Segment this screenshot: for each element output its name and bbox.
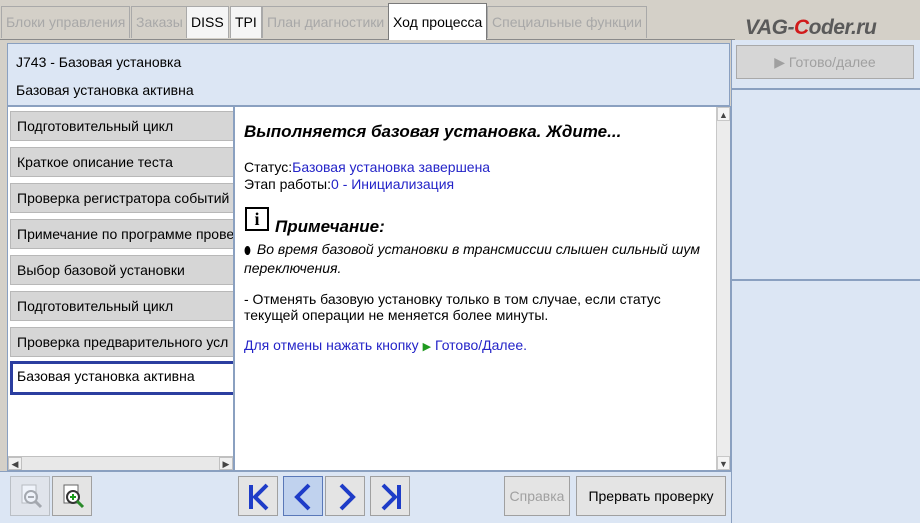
step-item[interactable]: Выбор базовой установки — [10, 255, 233, 285]
go-next-button[interactable]: ▶ Готово/далее — [736, 45, 914, 79]
status-value: Базовая установка завершена — [292, 159, 491, 175]
header-subtitle: Базовая установка активна — [16, 82, 194, 98]
step-item[interactable]: Подготовительный цикл — [10, 111, 233, 141]
note-text-2: - Отменять базовую установку только в то… — [244, 291, 661, 323]
scroll-left-icon[interactable]: ◀ — [8, 457, 22, 470]
scroll-up-icon[interactable]: ▲ — [717, 107, 730, 121]
header-panel: J743 - Базовая установка Базовая установ… — [7, 43, 730, 106]
logo-pre: VAG- — [745, 16, 794, 39]
step-item[interactable]: Проверка предварительного усл — [10, 327, 233, 357]
status-line: Статус:Базовая установка завершена — [244, 159, 490, 175]
zoom-in-button[interactable] — [52, 476, 92, 516]
note-bullet-content: Во время базовой установки в трансмиссии… — [244, 241, 700, 276]
next-step-button[interactable] — [325, 476, 365, 516]
step-item[interactable]: Краткое описание теста — [10, 147, 233, 177]
bullet-icon: ⬮ — [244, 245, 251, 257]
abort-test-button[interactable]: Прервать проверку — [576, 476, 726, 516]
last-step-button[interactable] — [370, 476, 410, 516]
scroll-down-icon[interactable]: ▼ — [717, 456, 730, 470]
first-step-button[interactable] — [238, 476, 278, 516]
note-bullet-text: ⬮ Во время базовой установки в трансмисси… — [244, 241, 714, 277]
tab-orders[interactable]: Заказы — [131, 6, 188, 38]
step-item[interactable]: Проверка регистратора событий — [10, 183, 233, 213]
vertical-scrollbar[interactable]: ▲ ▼ — [716, 107, 730, 470]
help-button[interactable]: Справка — [504, 476, 570, 516]
tab-control-units[interactable]: Блоки управления — [1, 6, 131, 38]
tab-process-progress[interactable]: Ход процесса — [388, 3, 488, 40]
chevron-right-icon — [339, 483, 356, 511]
tab-special-functions[interactable]: Специальные функции — [487, 6, 647, 38]
tab-diss[interactable]: DISS — [186, 6, 229, 38]
stage-value: 0 - Инициализация — [331, 176, 455, 192]
vag-coder-logo: VAG-Coder.ru — [745, 16, 877, 40]
logo-accent: C — [793, 16, 809, 39]
step-list: Подготовительный цикл Краткое описание т… — [7, 106, 234, 471]
play-triangle-icon: ▶ — [422, 341, 432, 353]
stage-line: Этап работы:0 - Инициализация — [244, 176, 454, 192]
chevron-left-icon — [294, 483, 311, 511]
step-item[interactable]: Подготовительный цикл — [10, 291, 233, 321]
status-label: Статус: — [244, 159, 293, 175]
zoom-out-button[interactable] — [10, 476, 50, 516]
previous-step-button[interactable] — [283, 476, 323, 516]
bottom-toolbar: Справка Прервать проверку — [0, 471, 731, 523]
cancel-hint-button: Готово/Далее. — [435, 337, 528, 353]
right-panel-divider — [732, 279, 920, 281]
zoom-out-icon — [21, 484, 43, 509]
content-panel: Выполняется базовая установка. Ждите... … — [234, 106, 731, 471]
step-item[interactable]: Примечание по программе прове — [10, 219, 233, 249]
cancel-hint-text: Для отмены нажать кнопку — [244, 337, 419, 353]
note-heading: Примечание: — [275, 217, 385, 236]
zoom-in-icon — [63, 484, 85, 509]
header-title: J743 - Базовая установка — [16, 54, 182, 70]
horizontal-scrollbar[interactable]: ◀ ▶ — [8, 456, 233, 470]
right-panel: ▶ Готово/далее — [731, 40, 920, 523]
tab-bar: Блоки управления Заказы DISS TPI План ди… — [0, 0, 735, 40]
skip-first-icon — [249, 483, 269, 511]
stage-label: Этап работы: — [244, 176, 332, 192]
right-panel-divider — [732, 88, 920, 90]
scroll-right-icon[interactable]: ▶ — [219, 457, 233, 470]
content-title: Выполняется базовая установка. Ждите... — [244, 122, 622, 141]
tab-diagnostic-plan[interactable]: План диагностики — [262, 6, 390, 38]
cancel-hint: Для отмены нажать кнопку ▶ Готово/Далее. — [244, 337, 527, 353]
skip-last-icon — [381, 483, 401, 511]
logo-post: oder.ru — [808, 16, 877, 39]
tab-tpi[interactable]: TPI — [230, 6, 262, 38]
info-icon: i — [245, 207, 269, 231]
step-item-active[interactable]: Базовая установка активна — [10, 361, 233, 395]
